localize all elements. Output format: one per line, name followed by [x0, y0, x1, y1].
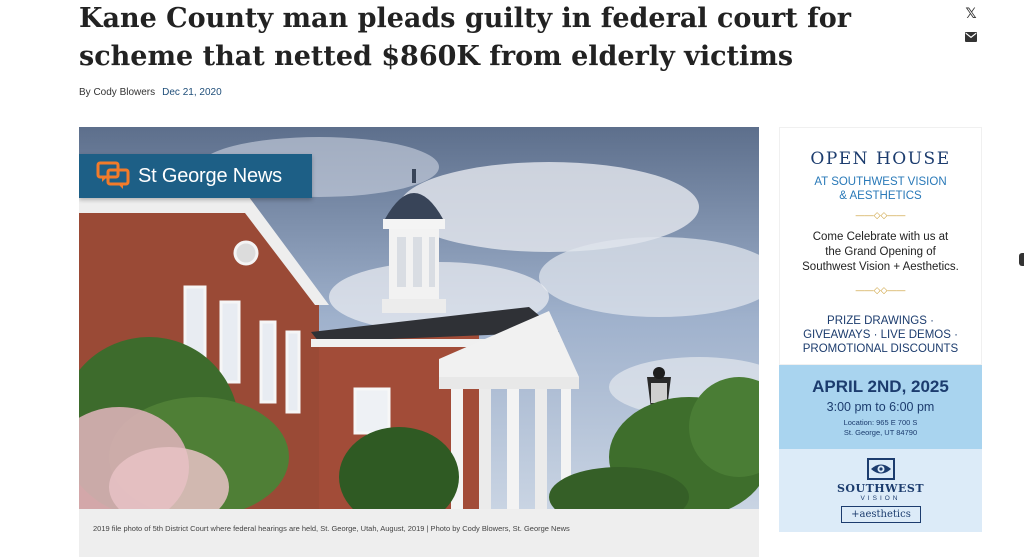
ad-event-location: Location: 965 E 700 S St. George, UT 847…	[779, 418, 982, 438]
ad-body-line-2: the Grand Opening of	[825, 246, 936, 258]
ad-feature-line-3: PROMOTIONAL DISCOUNTS	[802, 343, 959, 355]
publish-date: Dec 21, 2020	[162, 87, 222, 98]
hero-photo: St George News	[79, 127, 759, 509]
ad-subtitle-line-2: & AESTHETICS	[839, 190, 922, 202]
ad-feature-list: PRIZE DRAWINGS · GIVEAWAYS · LIVE DEMOS …	[779, 314, 982, 356]
ad-event-date: APRIL 2ND, 2025	[812, 377, 949, 396]
ad-divider: ——◇◇——	[855, 285, 906, 295]
watermark-text: St George News	[138, 164, 282, 187]
ad-subtitle: AT SOUTHWEST VISION & AESTHETICS	[779, 175, 982, 203]
ad-brand-subname: VISION	[860, 495, 901, 502]
x-share-icon[interactable]: 𝕏	[963, 6, 979, 22]
ad-brand-name: SOUTHWEST	[836, 482, 925, 495]
ad-location-line-1: Location: 965 E 700 S	[843, 418, 918, 427]
st-george-news-watermark: St George News	[79, 154, 312, 198]
photo-caption: 2019 file photo of 5th District Court wh…	[93, 524, 570, 533]
ad-body-line-1: Come Celebrate with us at	[812, 231, 949, 243]
ad-event-panel: APRIL 2ND, 2025 3:00 pm to 6:00 pm Locat…	[779, 365, 982, 449]
speech-bubble-logo-icon	[96, 161, 130, 189]
author-name[interactable]: By Cody Blowers	[79, 87, 155, 98]
ad-brand-logo: SOUTHWEST VISION +aesthetics	[779, 449, 982, 532]
byline: By Cody Blowers Dec 21, 2020	[79, 87, 222, 98]
scroll-handle[interactable]	[1019, 253, 1024, 266]
eye-logo-icon	[867, 458, 895, 480]
ad-feature-line-2: GIVEAWAYS · LIVE DEMOS ·	[803, 329, 958, 341]
article-headline: Kane County man pleads guilty in federal…	[79, 3, 851, 72]
ad-location-line-2: St. George, UT 84790	[843, 428, 918, 437]
ad-divider: ——◇◇——	[855, 210, 906, 220]
ad-body-text: Come Celebrate with us at the Grand Open…	[779, 230, 982, 275]
ad-feature-line-1: PRIZE DRAWINGS ·	[827, 315, 934, 327]
ad-event-time: 3:00 pm to 6:00 pm	[826, 400, 935, 414]
ad-title: OPEN HOUSE	[810, 149, 951, 169]
ad-subtitle-line-1: AT SOUTHWEST VISION	[814, 176, 947, 188]
advertisement-banner[interactable]: OPEN HOUSE AT SOUTHWEST VISION & AESTHET…	[779, 127, 982, 532]
ad-brand-aesthetics: +aesthetics	[841, 506, 921, 523]
ad-body-line-3: Southwest Vision + Aesthetics.	[802, 261, 959, 273]
photo-caption-box: 2019 file photo of 5th District Court wh…	[79, 509, 759, 557]
email-share-icon[interactable]	[963, 29, 979, 47]
